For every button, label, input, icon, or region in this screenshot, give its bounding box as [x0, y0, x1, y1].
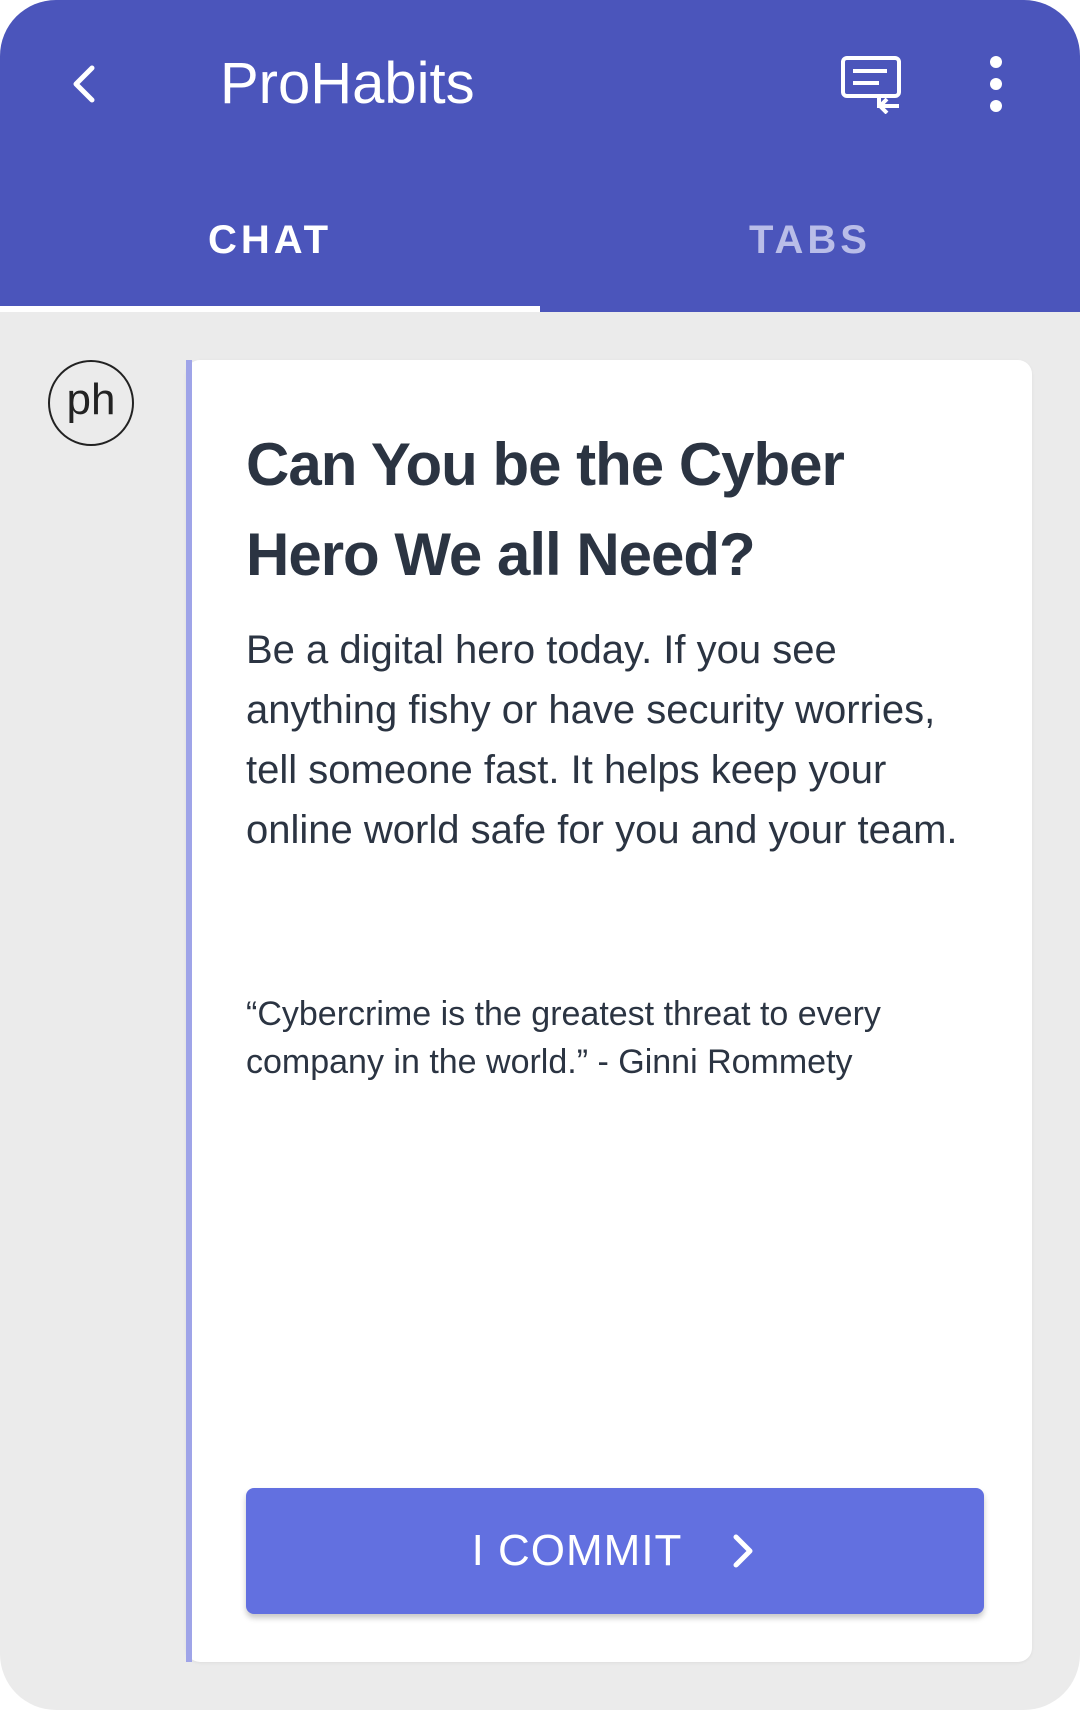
message-title: Can You be the Cyber Hero We all Need?: [246, 431, 845, 588]
message-card: Can You be the Cyber Hero We all Need? B…: [186, 360, 1032, 1662]
chat-transfer-button[interactable]: [834, 48, 910, 120]
more-vertical-icon: [990, 56, 1002, 112]
selected-tab-indicator: [0, 306, 540, 312]
chat-transfer-icon: [841, 56, 901, 114]
app-screen: ProHabits CHAT TABS ph Can You be the Cy…: [0, 0, 1080, 1710]
bot-avatar: ph: [48, 360, 134, 446]
message-quote: “Cybercrime is the greatest threat to ev…: [246, 995, 881, 1081]
tab-tabs[interactable]: TABS: [540, 190, 1080, 312]
more-options-button[interactable]: [968, 48, 1024, 120]
chevron-right-icon: [733, 1534, 753, 1568]
tab-chat[interactable]: CHAT: [0, 190, 540, 312]
tab-bar: CHAT TABS: [0, 190, 1080, 312]
card-accent-bar: [186, 360, 192, 1662]
commit-button-label: I COMMIT: [471, 1526, 683, 1575]
app-title: ProHabits: [220, 51, 475, 116]
back-button[interactable]: [52, 48, 116, 120]
commit-button[interactable]: I COMMIT: [246, 1488, 984, 1614]
app-bar: ProHabits CHAT TABS: [0, 0, 1080, 312]
message-body: Be a digital hero today. If you see anyt…: [246, 628, 958, 852]
chevron-left-icon: [73, 65, 95, 103]
